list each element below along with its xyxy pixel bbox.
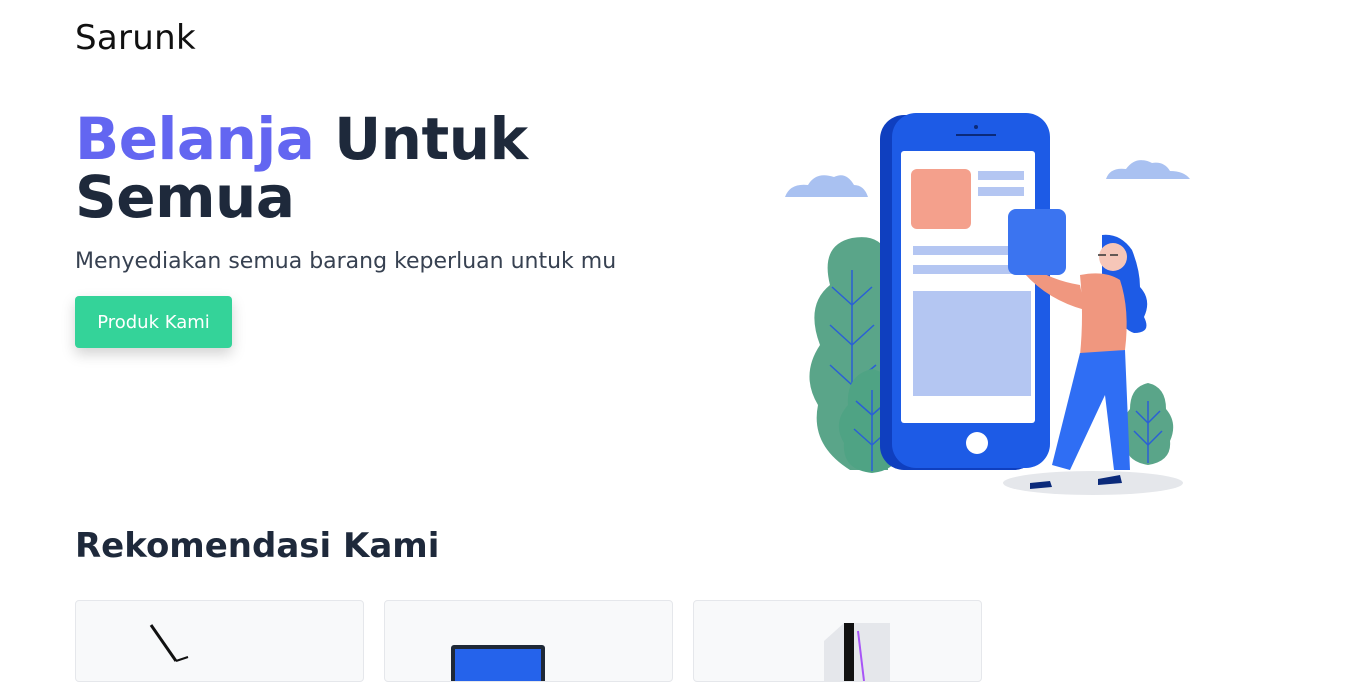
- person-body: [1080, 273, 1127, 355]
- laptop-product-image: [451, 645, 545, 681]
- hero-title-line1: Untuk: [334, 105, 528, 173]
- hero-title: Belanja Untuk Semua: [75, 110, 595, 226]
- person-head: [1099, 243, 1127, 271]
- product-card[interactable]: [693, 600, 982, 682]
- product-card[interactable]: [75, 600, 364, 682]
- person-legs: [1052, 350, 1130, 470]
- brand-logo[interactable]: Sarunk: [75, 18, 196, 58]
- produk-kami-button[interactable]: Produk Kami: [75, 296, 232, 348]
- hero-illustration: [785, 113, 1190, 495]
- stylus-product-image: [149, 624, 189, 662]
- hero-title-line2: Semua: [75, 163, 295, 231]
- cloud-right-icon: [1106, 160, 1190, 179]
- phone-card-icon: [1008, 209, 1066, 275]
- hero-subtitle: Menyediakan semua barang keperluan untuk…: [75, 249, 617, 274]
- pc-case-product-image: [824, 623, 890, 681]
- cloud-left-icon: [785, 175, 868, 197]
- product-card[interactable]: [384, 600, 673, 682]
- recommendations-title: Rekomendasi Kami: [75, 526, 440, 566]
